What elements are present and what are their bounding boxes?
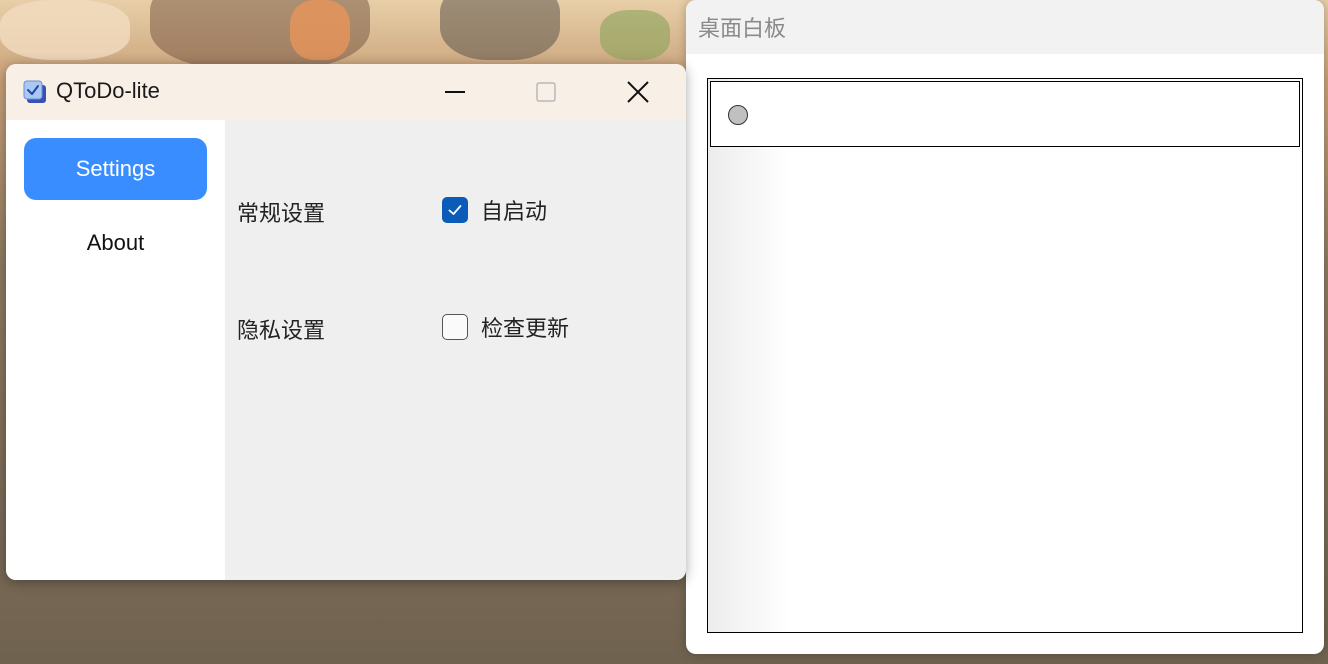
maximize-button[interactable] <box>500 64 592 120</box>
minimize-button[interactable] <box>409 64 501 120</box>
app-titlebar[interactable]: QToDo-lite <box>6 64 686 120</box>
circle-handle-icon[interactable] <box>728 105 748 125</box>
app-logo-icon <box>23 80 46 103</box>
maximize-icon <box>536 82 556 102</box>
sidebar: Settings About <box>6 120 225 580</box>
general-settings-row: 常规设置 自启动 <box>237 190 677 230</box>
autostart-checkbox[interactable]: 自启动 <box>442 194 547 226</box>
qtodo-window: QToDo-lite Settings About 常规设置 自启动 隐私设置 … <box>6 64 686 580</box>
whiteboard-item-row[interactable] <box>710 81 1300 147</box>
sidebar-item-settings[interactable]: Settings <box>24 138 207 200</box>
privacy-settings-row: 隐私设置 检查更新 <box>237 307 677 347</box>
general-settings-label: 常规设置 <box>237 202 326 227</box>
check-updates-label[interactable]: 检查更新 <box>481 311 569 343</box>
minimize-icon <box>445 91 465 93</box>
sidebar-item-about[interactable]: About <box>24 212 207 274</box>
whiteboard-titlebar[interactable]: 桌面白板 <box>686 0 1324 54</box>
check-updates-checkbox[interactable]: 检查更新 <box>442 311 569 343</box>
whiteboard-title: 桌面白板 <box>698 17 787 42</box>
settings-panel: 常规设置 自启动 隐私设置 检查更新 <box>225 120 686 580</box>
privacy-settings-label: 隐私设置 <box>237 319 326 344</box>
close-icon <box>627 81 649 103</box>
checkbox-unchecked-icon[interactable] <box>442 314 468 340</box>
close-button[interactable] <box>592 64 684 120</box>
autostart-label[interactable]: 自启动 <box>481 194 547 226</box>
whiteboard-window: 桌面白板 <box>686 0 1324 654</box>
app-title: QToDo-lite <box>56 78 160 103</box>
whiteboard-canvas[interactable] <box>707 78 1303 633</box>
checkmark-icon <box>448 205 462 215</box>
checkbox-checked-icon[interactable] <box>442 197 468 223</box>
